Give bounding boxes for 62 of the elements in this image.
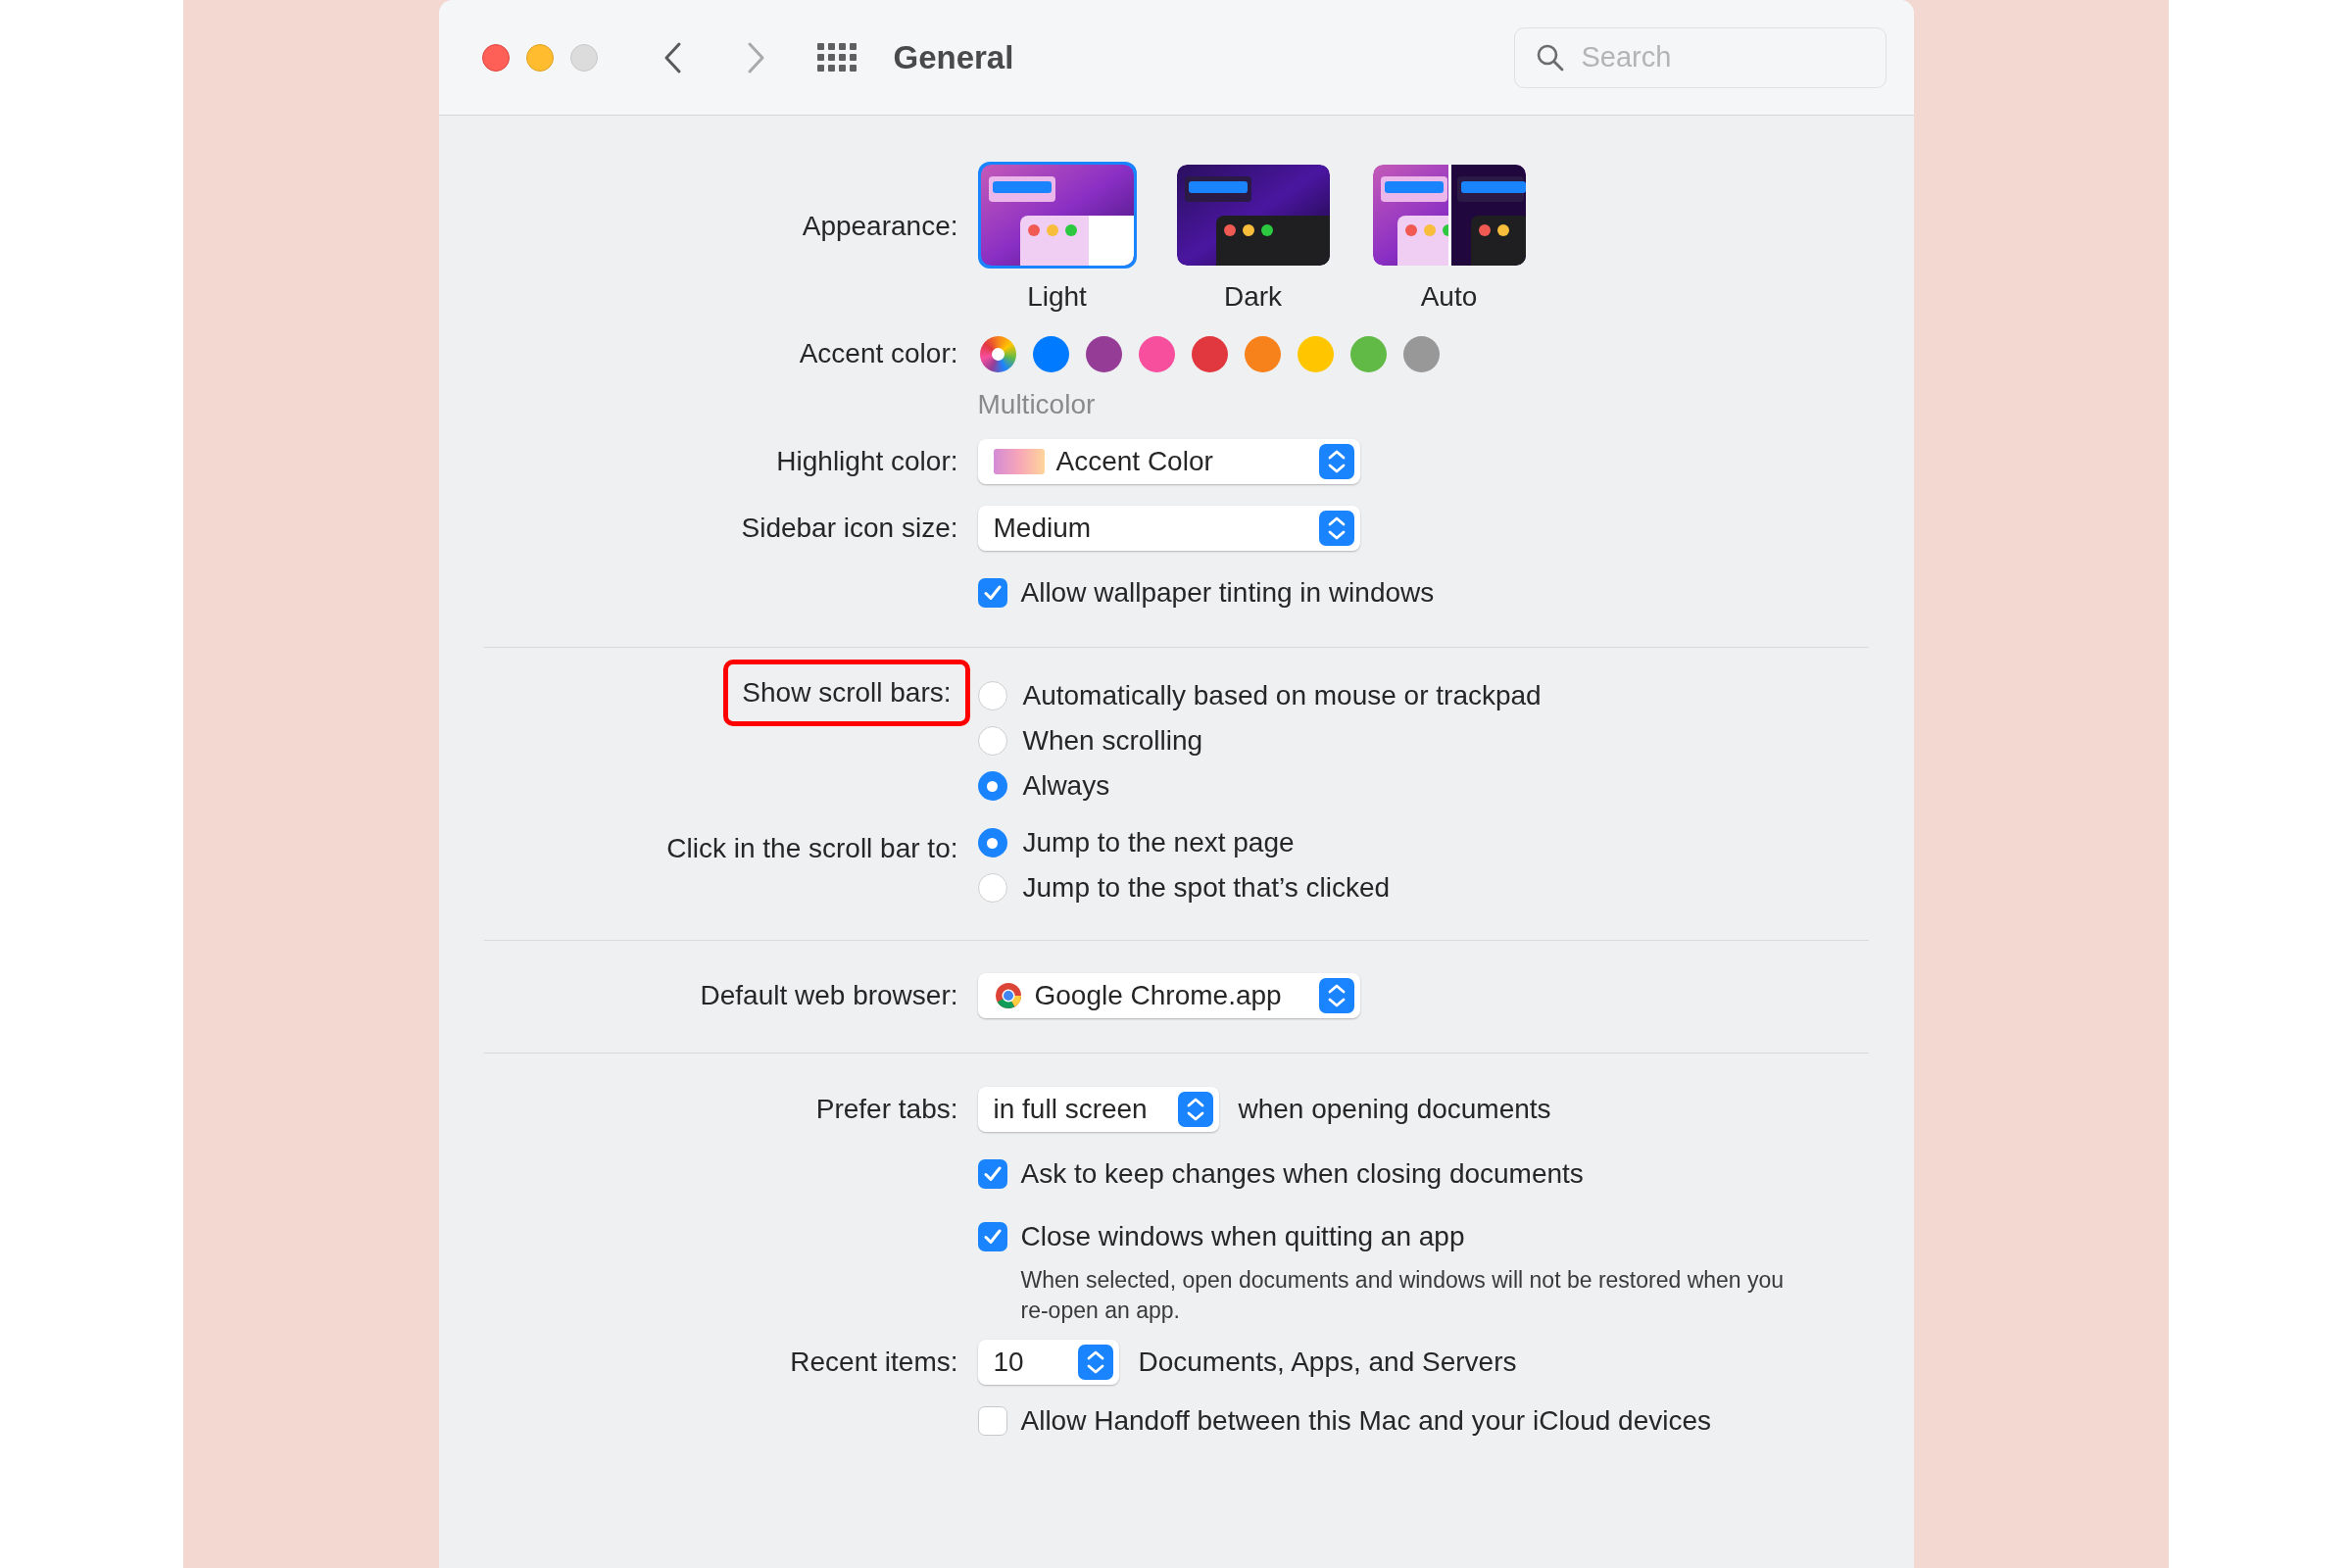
gradient-swatch-icon [993, 449, 1045, 474]
minimize-button[interactable] [525, 43, 554, 72]
radio-button[interactable] [977, 828, 1007, 858]
radio-button[interactable] [977, 873, 1007, 903]
option-label: Automatically based on mouse or trackpad [1022, 679, 1542, 712]
swatch-caption: Multicolor [977, 389, 1096, 419]
search-field[interactable]: Search [1513, 26, 1886, 88]
option-label: Always [1022, 769, 1110, 803]
radio-button[interactable] [977, 681, 1007, 710]
close-button[interactable] [481, 43, 510, 72]
help-text: When selected, open documents and windows will not be restored when you re-open an app. [1020, 1266, 1786, 1325]
window-title: General [893, 37, 1014, 77]
stepper-icon [1318, 511, 1354, 546]
field-label: Appearance: [802, 210, 958, 243]
color-swatch[interactable] [1032, 335, 1069, 372]
color-swatch[interactable] [1402, 335, 1440, 372]
browser-logo-icon [993, 981, 1023, 1010]
browser-popup[interactable]: Google Chrome.app [977, 973, 1360, 1018]
appearance-label: Light [1027, 280, 1087, 314]
color-swatch[interactable] [1349, 335, 1387, 372]
checkbox-label: Close windows when quitting an app [1020, 1220, 1465, 1253]
field-label: Default web browser: [700, 979, 958, 1012]
search-icon [1535, 42, 1565, 73]
highlight-color-popup[interactable]: Accent Color [977, 439, 1360, 484]
field-label: Click in the scroll bar to: [666, 832, 958, 865]
checkbox-label: Ask to keep changes when closing documents [1020, 1157, 1584, 1191]
appearance-label: Dark [1223, 280, 1283, 314]
checkbox[interactable] [977, 1222, 1007, 1251]
recent-items-popup[interactable]: 10 [977, 1340, 1119, 1385]
suffix-text: when opening documents [1238, 1093, 1551, 1126]
suffix-text: Documents, Apps, and Servers [1138, 1346, 1517, 1379]
field-label: Prefer tabs: [815, 1093, 958, 1126]
field-label: Sidebar icon size: [741, 512, 958, 545]
stepper-icon [1177, 1092, 1213, 1127]
checkbox[interactable] [977, 1159, 1007, 1189]
appearance-label: Auto [1420, 280, 1478, 314]
checkbox-label: Allow wallpaper tinting in windows [1020, 576, 1435, 610]
option-label: Jump to the next page [1022, 826, 1295, 859]
color-swatch[interactable] [1244, 335, 1281, 372]
color-swatch[interactable] [1085, 335, 1122, 372]
radio-button[interactable] [977, 771, 1007, 801]
stepper-icon [1077, 1345, 1113, 1380]
stepper-icon [1318, 444, 1354, 479]
field-label: Accent color: [799, 337, 958, 370]
field-label: Recent items: [790, 1346, 958, 1379]
field-label: Highlight color: [776, 445, 958, 478]
color-swatch[interactable] [1138, 335, 1175, 372]
sidebar-size-popup[interactable]: Medium [977, 506, 1360, 551]
multicolor-swatch[interactable] [979, 335, 1016, 372]
checkbox[interactable] [977, 1406, 1007, 1436]
grid-icon[interactable] [816, 42, 858, 73]
appearance-thumbnail[interactable] [977, 162, 1137, 269]
stepper-icon [1318, 978, 1354, 1013]
option-label: When scrolling [1022, 724, 1203, 758]
color-swatch[interactable] [1191, 335, 1228, 372]
field-label: Show scroll bars: [742, 676, 952, 710]
color-swatch[interactable] [1297, 335, 1334, 372]
checkbox-label: Allow Handoff between this Mac and your iCloud devices [1020, 1404, 1712, 1438]
prefer-tabs-popup[interactable]: in full screen [977, 1087, 1219, 1132]
option-label: Jump to the spot that’s clicked [1022, 871, 1391, 905]
radio-button[interactable] [977, 726, 1007, 756]
checkbox[interactable] [977, 578, 1007, 608]
